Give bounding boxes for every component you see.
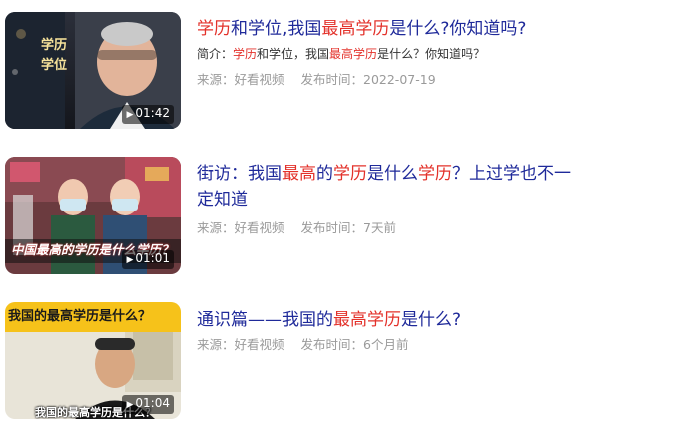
highlighted-keyword: 最高学历 xyxy=(333,310,401,330)
highlighted-keyword: 最高学历 xyxy=(321,19,390,39)
duration-badge: ▶ 01:42 xyxy=(122,105,174,124)
video-title-link[interactable]: 街访：我国最高的学历是什么学历？上过学也不一定知道 xyxy=(197,161,577,213)
text-segment: 和学位,我国 xyxy=(231,19,322,39)
video-title-link[interactable]: 通识篇——我国的最高学历是什么? xyxy=(197,307,577,333)
text-segment: 街访：我国 xyxy=(197,164,282,184)
play-icon: ▶ xyxy=(126,110,134,120)
video-meta: 来源：好看视频 发布时间：2022-07-19 xyxy=(197,71,436,88)
highlighted-keyword: 最高学历 xyxy=(329,47,378,61)
video-thumbnail[interactable]: 学历 学位 ▶ 01:42 xyxy=(5,12,181,129)
text-segment: 是什么?你知道吗? xyxy=(389,19,527,39)
video-description: 简介：学历和学位，我国最高学历是什么？你知道吗？ xyxy=(197,46,657,63)
text-segment: 的 xyxy=(316,164,333,184)
text-segment: 是什么 xyxy=(367,164,418,184)
highlighted-keyword: 学历 xyxy=(233,47,258,61)
source-label: 来源：好看视频 xyxy=(197,220,285,235)
video-meta: 来源：好看视频 发布时间：7天前 xyxy=(197,219,396,236)
duration-badge: ▶ 01:01 xyxy=(122,250,174,269)
video-result-list: 学历 学位 ▶ 01:42 学历和学位,我国最高学历是什么?你知道吗? 简介：学历… xyxy=(0,0,680,423)
text-segment: 通识篇——我国的 xyxy=(197,310,333,330)
publish-time: 发布时间：6个月前 xyxy=(300,337,409,352)
text-segment: 是什么？你知道吗？ xyxy=(377,47,486,61)
publish-time: 发布时间：2022-07-19 xyxy=(300,72,436,87)
video-meta: 来源：好看视频 发布时间：6个月前 xyxy=(197,336,408,353)
video-thumbnail[interactable]: 中国最高的学历是什么学历？ ▶ 01:01 xyxy=(5,157,181,274)
play-icon: ▶ xyxy=(126,255,134,265)
duration-badge: ▶ 01:04 xyxy=(122,395,174,414)
highlighted-keyword: 最高 xyxy=(282,164,316,184)
text-segment: 是什么? xyxy=(401,310,462,330)
video-thumbnail[interactable]: 我国的最高学历是什么？ 我国的最高学历是什么？ ▶ 01:04 xyxy=(5,302,181,419)
source-label: 来源：好看视频 xyxy=(197,337,285,352)
thumbnail-caption: 学历 学位 xyxy=(41,38,68,73)
publish-time: 发布时间：7天前 xyxy=(300,220,396,235)
highlighted-keyword: 学历 xyxy=(197,19,231,39)
video-title-link[interactable]: 学历和学位,我国最高学历是什么?你知道吗? xyxy=(197,16,577,42)
text-segment: 和学位，我国 xyxy=(257,47,330,61)
highlighted-keyword: 学历 xyxy=(333,164,367,184)
play-icon: ▶ xyxy=(126,400,134,410)
text-segment: 简介： xyxy=(197,47,234,61)
source-label: 来源：好看视频 xyxy=(197,72,285,87)
thumbnail-caption: 我国的最高学历是什么？ xyxy=(8,309,152,324)
highlighted-keyword: 学历 xyxy=(418,164,452,184)
